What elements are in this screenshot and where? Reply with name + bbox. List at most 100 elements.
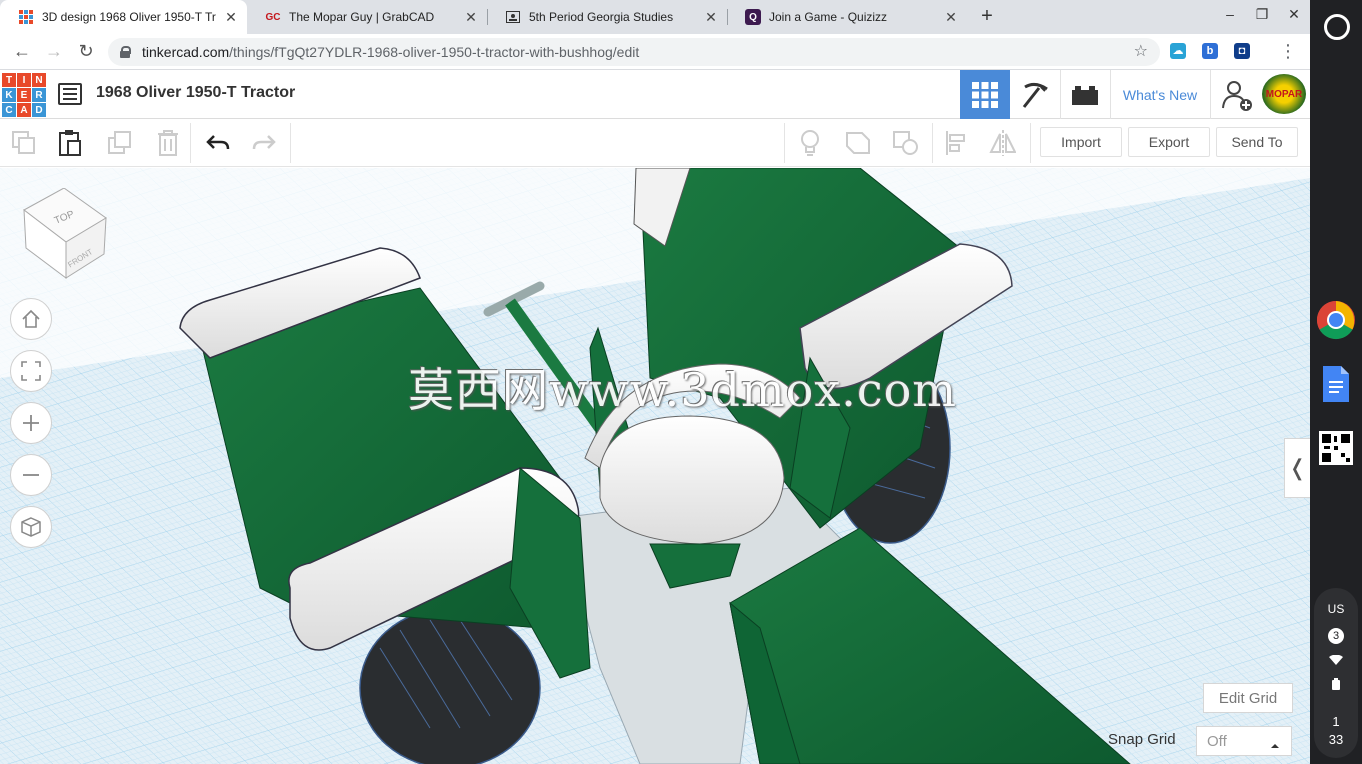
workplane-scene[interactable] [0,168,1310,764]
status-tray[interactable]: US 3 1 33 [1314,588,1358,758]
perspective-button[interactable] [10,506,52,548]
home-icon [22,309,40,328]
close-tab-icon[interactable]: ✕ [461,9,481,26]
launcher-icon[interactable] [1324,14,1350,40]
notes-button[interactable] [796,129,824,157]
classroom-favicon-icon [505,9,521,25]
blocks-view-button[interactable] [1010,70,1060,119]
zoom-out-button[interactable] [10,454,52,496]
paste-button[interactable] [56,129,84,157]
toolbar-divider [290,123,291,163]
redo-icon [252,135,276,150]
delete-button[interactable] [154,129,182,157]
restore-icon[interactable]: ❐ [1252,6,1272,23]
url-text: tinkercad.com/things/fTgQt27YDLR-1968-ol… [142,44,640,60]
import-button[interactable]: Import [1040,127,1122,157]
watermark-text: 莫西网www.3dmox.com [408,363,957,417]
undo-button[interactable] [204,129,232,157]
tab-strip: 3D design 1968 Oliver 1950-T Tr ✕ GC The… [0,0,1310,34]
plus-icon [23,415,39,431]
docs-app-icon[interactable] [1316,364,1356,404]
undo-icon [206,135,230,150]
qr-code-app-icon[interactable] [1316,428,1356,468]
bookmark-star-icon[interactable]: ☆ [1134,41,1148,61]
tab-tinkercad[interactable]: 3D design 1968 Oliver 1950-T Tr ✕ [0,0,247,34]
close-tab-icon[interactable]: ✕ [221,9,241,26]
copy-button[interactable] [10,129,38,157]
3d-view-button[interactable] [960,70,1010,119]
edit-grid-button[interactable]: Edit Grid [1203,683,1293,713]
header-divider [1210,70,1211,119]
fit-view-button[interactable] [10,350,52,392]
edit-toolbar: Import Export Send To [0,119,1310,167]
align-icon [946,131,965,155]
design-title[interactable]: 1968 Oliver 1950-T Tractor [96,84,295,102]
logo-letter: N [32,73,46,87]
chevron-left-icon: ❬ [1288,455,1307,480]
tinkercad-logo[interactable]: TIN KER CAD [2,73,46,117]
tab-classroom[interactable]: 5th Period Georgia Studies ✕ [487,0,727,34]
tinkercad-header: TIN KER CAD 1968 Oliver 1950-T Tractor Wha… [0,70,1310,119]
seat-cushion[interactable] [599,415,785,545]
export-button[interactable]: Export [1128,127,1210,157]
notification-badge: 3 [1314,628,1358,644]
workplane-viewport[interactable]: TOP FRONT 莫西网www.3dmox.com ❬ Edit Grid S… [0,168,1310,764]
snap-grid-select[interactable]: Off [1196,726,1292,756]
tab-title: The Mopar Guy | GrabCAD [289,10,435,24]
send-to-button[interactable]: Send To [1216,127,1298,157]
new-tab-button[interactable]: + [976,4,998,30]
grabcad-favicon-icon: GC [265,11,281,23]
ungroup-button[interactable] [892,129,920,157]
lock-icon [120,46,131,58]
logo-letter: C [2,103,16,117]
add-user-icon [1222,80,1252,111]
pickaxe-icon [1022,82,1048,108]
view-cube[interactable]: TOP FRONT [18,187,110,285]
extension-lock-icon[interactable]: ◘ [1234,43,1250,59]
wifi-icon [1314,654,1358,668]
logo-letter: T [2,73,16,87]
whats-new-link[interactable]: What's New [1110,70,1210,119]
group-button[interactable] [844,129,872,157]
design-menu-icon[interactable] [58,83,82,105]
battery-icon [1314,678,1358,693]
grid-icon [972,81,998,108]
tab-quizizz[interactable]: Q Join a Game - Quizizz ✕ [727,0,967,34]
group-icon [846,132,870,154]
zoom-in-button[interactable] [10,402,52,444]
extension-b-icon[interactable]: b [1202,43,1218,59]
align-button[interactable] [942,129,970,157]
collapse-panel-button[interactable]: ❬ [1284,438,1310,498]
close-window-icon[interactable]: ✕ [1284,6,1304,23]
duplicate-button[interactable] [106,129,134,157]
address-bar[interactable]: tinkercad.com/things/fTgQt27YDLR-1968-ol… [108,38,1160,66]
tab-grabcad[interactable]: GC The Mopar Guy | GrabCAD ✕ [247,0,487,34]
minimize-icon[interactable]: – [1220,6,1240,22]
home-view-button[interactable] [10,298,52,340]
toolbar-divider [784,123,785,163]
close-tab-icon[interactable]: ✕ [941,9,961,26]
left-rear-tire[interactable] [359,607,541,764]
fit-view-icon [21,361,41,381]
toolbar-divider [190,123,191,163]
chrome-menu-icon[interactable]: ⋮ [1276,40,1300,64]
tab-title: 5th Period Georgia Studies [529,10,674,24]
mirror-button[interactable] [988,129,1016,157]
invite-user-button[interactable] [1212,70,1262,119]
chrome-app-icon[interactable] [1316,300,1356,340]
clock-minute: 33 [1328,732,1344,747]
trash-icon [158,130,178,156]
user-avatar[interactable]: MOPAR [1262,74,1306,114]
bricks-view-button[interactable] [1060,70,1110,119]
duplicate-icon [108,131,131,154]
reload-icon[interactable]: ↻ [74,40,98,64]
forward-icon[interactable]: → [42,40,66,64]
logo-letter: I [17,73,31,87]
toolbar-divider [1030,123,1031,163]
ungroup-icon [893,131,918,155]
extension-cloud-icon[interactable]: ☁ [1170,43,1186,59]
back-icon[interactable]: ← [10,40,34,64]
tinkercad-favicon-icon [18,9,34,25]
redo-button[interactable] [250,129,278,157]
close-tab-icon[interactable]: ✕ [701,9,721,26]
